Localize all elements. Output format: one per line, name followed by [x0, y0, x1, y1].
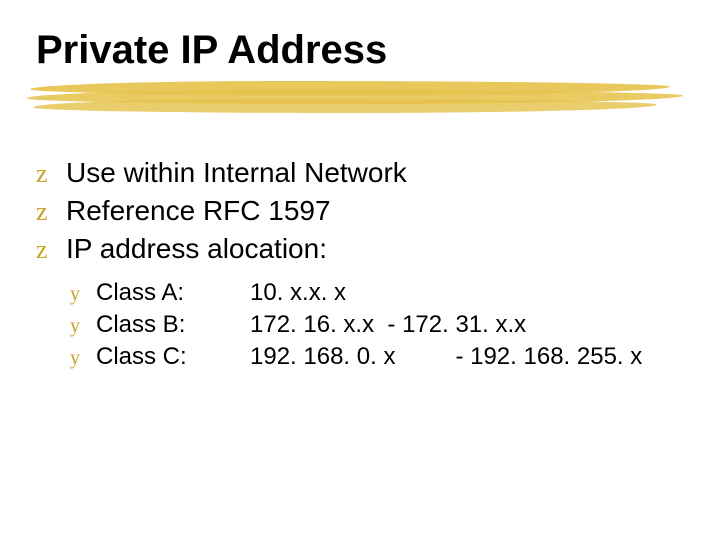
class-label: Class A: — [96, 279, 216, 307]
title-underline — [36, 81, 684, 121]
z-bullet-icon: z — [36, 199, 62, 225]
sub-bullets: y Class A: 10. x.x. x y Class B: 172. 16… — [70, 279, 684, 371]
content-body: z Use within Internal Network z Referenc… — [36, 157, 684, 371]
brush-stroke-icon — [33, 99, 657, 113]
list-item: y Class C: 192. 168. 0. x - 192. 168. 25… — [70, 343, 684, 371]
y-bullet-icon: y — [70, 284, 92, 304]
slide-title: Private IP Address — [36, 28, 684, 73]
y-bullet-icon: y — [70, 348, 92, 368]
class-label: Class B: — [96, 311, 216, 339]
slide: Private IP Address z Use within Internal… — [0, 0, 720, 540]
class-label: Class C: — [96, 343, 216, 371]
y-bullet-icon: y — [70, 316, 92, 336]
list-item: y Class B: 172. 16. x.x - 172. 31. x.x — [70, 311, 684, 339]
class-range: 10. x.x. x — [250, 279, 346, 307]
z-bullet-icon: z — [36, 237, 62, 263]
class-range: 192. 168. 0. x - 192. 168. 255. x — [250, 343, 642, 371]
class-range: 172. 16. x.x - 172. 31. x.x — [250, 311, 526, 339]
bullet-text: Use within Internal Network — [66, 157, 407, 189]
bullet-row: z Reference RFC 1597 — [36, 195, 684, 227]
bullet-row: z IP address alocation: — [36, 233, 684, 265]
z-bullet-icon: z — [36, 161, 62, 187]
bullet-row: z Use within Internal Network — [36, 157, 684, 189]
bullet-text: IP address alocation: — [66, 233, 327, 265]
list-item: y Class A: 10. x.x. x — [70, 279, 684, 307]
bullet-text: Reference RFC 1597 — [66, 195, 331, 227]
